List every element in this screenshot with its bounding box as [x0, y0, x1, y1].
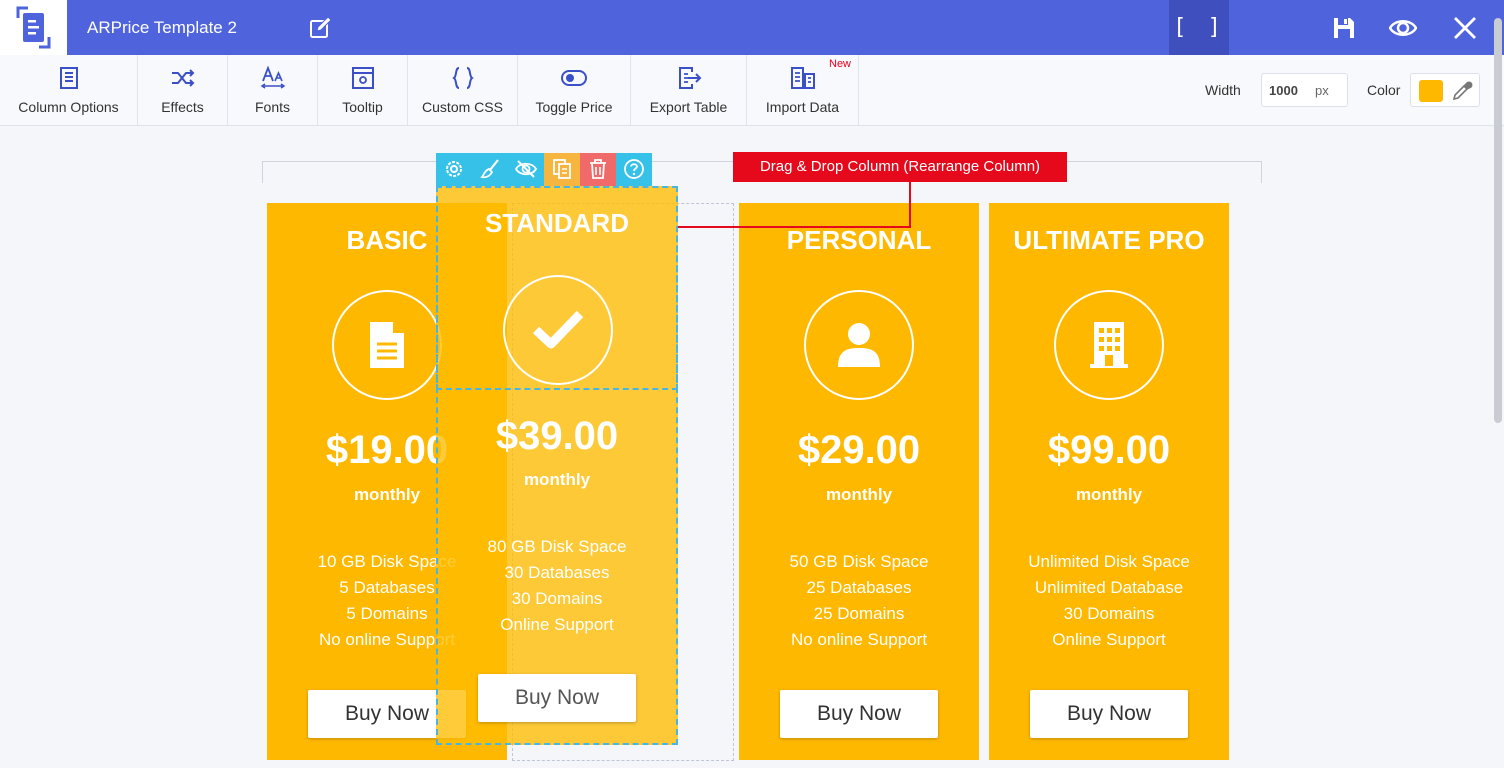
toolbar-column-options[interactable]: Column Options — [0, 55, 138, 125]
eyedropper-icon[interactable] — [1451, 80, 1473, 102]
width-value: 1000 — [1269, 83, 1298, 98]
eye-off-icon — [515, 160, 537, 178]
trash-icon — [590, 159, 606, 179]
feature-item: Online Support — [1052, 630, 1166, 649]
width-label: Width — [1205, 82, 1241, 98]
logo-icon — [16, 6, 51, 49]
export-icon — [678, 67, 701, 89]
feature-item: 80 GB Disk Space — [487, 537, 627, 556]
column-icon-circle — [503, 275, 613, 385]
edit-title-icon[interactable] — [308, 16, 332, 40]
feature-item: 25 Databases — [806, 578, 912, 597]
column-style-button[interactable] — [472, 153, 508, 186]
toggle-icon — [561, 70, 587, 86]
toolbar-custom-css[interactable]: Custom CSS — [408, 55, 518, 125]
user-icon — [838, 323, 880, 367]
column-period: monthly — [1075, 485, 1143, 504]
feature-item: 25 Domains — [813, 604, 905, 623]
column-duplicate-button[interactable] — [544, 153, 580, 186]
shuffle-icon — [171, 69, 194, 87]
column-icon-circle — [1054, 290, 1164, 400]
column-title: ULTIMATE PRO — [1013, 225, 1205, 255]
color-label: Color — [1367, 82, 1401, 98]
feature-item: 30 Domains — [511, 589, 603, 608]
feature-item: 30 Domains — [1063, 604, 1155, 623]
close-icon[interactable] — [1451, 14, 1479, 42]
fullscreen-button[interactable]: [ ] — [1169, 0, 1229, 55]
document-icon — [370, 322, 404, 368]
feature-item: Unlimited Disk Space — [1028, 552, 1190, 571]
save-icon[interactable] — [1330, 14, 1358, 42]
column-title: STANDARD — [485, 208, 629, 238]
column-hide-button[interactable] — [508, 153, 544, 186]
width-input[interactable]: 1000 px — [1261, 73, 1348, 107]
column-settings-button[interactable] — [436, 153, 472, 186]
pricing-column-ultimate-pro[interactable]: ULTIMATE PRO $99.00 monthly Unlimited Di… — [989, 203, 1229, 760]
toolbar-label: Column Options — [18, 99, 119, 115]
column-price: $99.00 — [1047, 428, 1171, 472]
column-period: monthly — [523, 470, 591, 489]
column-price: $29.00 — [797, 428, 921, 472]
column-period: monthly — [825, 485, 893, 504]
toolbar-label: Fonts — [254, 99, 290, 115]
toolbar-label: Effects — [161, 99, 204, 115]
column-icon-circle — [804, 290, 914, 400]
new-badge: New — [829, 58, 852, 70]
tooltip-connector — [678, 226, 911, 228]
feature-item: Unlimited Database — [1034, 578, 1184, 597]
column-price: $39.00 — [495, 414, 619, 458]
check-icon — [532, 310, 584, 349]
pricing-column-standard-dragging[interactable]: STANDARD $39.00 monthly 80 GB Disk Space… — [436, 186, 678, 745]
toolbar-label: Tooltip — [342, 99, 383, 115]
toolbar-label: Custom CSS — [422, 99, 503, 115]
tooltip-icon — [351, 67, 374, 89]
feature-item: Online Support — [500, 615, 614, 634]
toolbar-label: Toggle Price — [535, 99, 613, 115]
braces-icon — [451, 67, 474, 89]
copy-icon — [553, 159, 571, 179]
color-picker[interactable] — [1410, 73, 1480, 107]
import-icon — [790, 67, 815, 89]
vertical-scrollbar[interactable] — [1494, 18, 1502, 423]
toolbar-effects[interactable]: Effects — [138, 55, 228, 125]
toolbar-label: Export Table — [649, 99, 728, 115]
column-delete-button[interactable] — [580, 153, 616, 186]
help-icon — [624, 159, 644, 179]
toolbar-label: Import Data — [765, 99, 840, 115]
column-icon-circle — [332, 290, 442, 400]
fonts-icon — [260, 65, 285, 89]
gear-icon — [446, 161, 462, 177]
toolbar-export-table[interactable]: Export Table — [631, 55, 747, 125]
brush-icon — [480, 159, 499, 179]
color-swatch[interactable] — [1419, 80, 1443, 102]
width-unit: px — [1315, 83, 1329, 98]
preview-eye-icon[interactable] — [1389, 14, 1417, 42]
feature-item: No online Support — [790, 630, 928, 649]
top-bar: ARPrice Template 2 [ ] — [0, 0, 1504, 55]
feature-item: 30 Databases — [504, 563, 610, 582]
buy-now-button[interactable]: Buy Now — [1030, 690, 1188, 738]
tooltip-connector — [909, 182, 911, 228]
column-help-button[interactable] — [616, 153, 652, 186]
pricing-column-personal[interactable]: PERSONAL $29.00 monthly 50 GB Disk Space… — [739, 203, 979, 760]
toolbar-tooltip[interactable]: Tooltip — [318, 55, 408, 125]
template-title: ARPrice Template 2 — [87, 18, 237, 37]
building-icon — [1090, 322, 1128, 368]
feature-item: 50 GB Disk Space — [789, 552, 929, 571]
buy-now-button[interactable]: Buy Now — [478, 674, 636, 722]
buy-now-button[interactable]: Buy Now — [780, 690, 938, 738]
drag-drop-tooltip: Drag & Drop Column (Rearrange Column) — [733, 152, 1067, 182]
app-logo — [0, 0, 67, 55]
column-options-icon — [59, 67, 78, 89]
column-title: PERSONAL — [786, 225, 932, 255]
toolbar-fonts[interactable]: Fonts — [228, 55, 318, 125]
toolbar-toggle-price[interactable]: Toggle Price — [518, 55, 631, 125]
